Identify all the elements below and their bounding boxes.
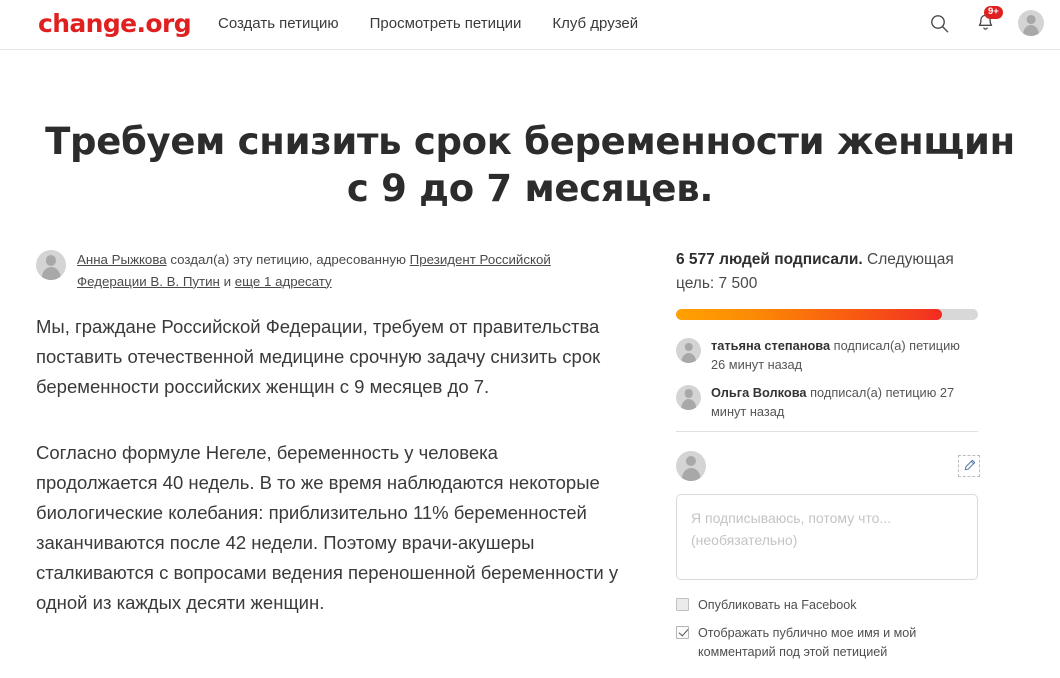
comment-placeholder-line1: Я подписываюсь, потому что...: [691, 509, 892, 526]
checkbox-display-publicly-label: Отображать публично мое имя и мой коммен…: [698, 625, 917, 660]
checkbox-display-publicly-box[interactable]: [676, 625, 689, 639]
petition-content: Анна Рыжкова создал(а) эту петицию, адре…: [36, 248, 622, 618]
byline-author-link[interactable]: Анна Рыжкова: [77, 252, 167, 267]
comment-input[interactable]: Я подписываюсь, потому что... (необязате…: [676, 493, 978, 580]
notification-badge: 9+: [984, 6, 1003, 19]
user-avatar[interactable]: [1018, 10, 1044, 36]
byline-more-recipients-link[interactable]: еще 1 адресату: [235, 274, 332, 289]
list-item: татьяна степанова подписал(а) петицию 26…: [676, 337, 980, 375]
signature-sidebar: 6 577 людей подписали. Следующая цель: 7…: [676, 248, 980, 671]
search-button[interactable]: [926, 8, 952, 38]
divider: [676, 430, 978, 432]
comment-options: Опубликовать на Facebook Отображать публ…: [676, 596, 980, 662]
signer-name[interactable]: татьяна степанова: [711, 338, 830, 353]
signer-text: татьяна степанова подписал(а) петицию 26…: [711, 337, 977, 375]
signer-name[interactable]: Ольга Волкова: [711, 385, 807, 400]
petition-paragraph-2: Согласно формуле Негеле, беременность у …: [36, 441, 619, 613]
progress-bar[interactable]: [676, 309, 978, 321]
checkbox-publish-facebook-label: Опубликовать на Facebook: [698, 597, 857, 612]
checkbox-display-publicly[interactable]: Отображать публично мое имя и мой коммен…: [676, 624, 980, 662]
list-item: Ольга Волкова подписал(а) петицию 27 мин…: [676, 384, 980, 422]
recent-signers-list: татьяна степанова подписал(а) петицию 26…: [676, 337, 980, 422]
comment-placeholder-line2: (необязательно): [691, 531, 798, 548]
checkbox-publish-facebook[interactable]: Опубликовать на Facebook: [676, 596, 980, 615]
byline-and-text: и: [223, 273, 232, 289]
notifications-button[interactable]: 9+: [972, 6, 1003, 38]
progress-bar-fill: [676, 309, 942, 321]
main-nav: Создать петицию Просмотреть петиции Клуб…: [218, 15, 638, 32]
petition-paragraph-1: Мы, граждане Российской Федерации, требу…: [36, 316, 601, 397]
author-avatar[interactable]: [36, 250, 66, 280]
nav-browse-petitions[interactable]: Просмотреть петиции: [370, 15, 522, 32]
current-user-avatar[interactable]: [676, 450, 706, 481]
site-header: change.org Создать петицию Просмотреть п…: [0, 0, 1060, 50]
signer-text: Ольга Волкова подписал(а) петицию 27 мин…: [711, 384, 977, 422]
pencil-icon[interactable]: [958, 454, 980, 477]
nav-friends-club[interactable]: Клуб друзей: [552, 15, 638, 32]
byline-text: Анна Рыжкова создал(а) эту петицию, адре…: [77, 248, 622, 292]
logo[interactable]: change.org: [38, 9, 192, 38]
search-icon: [930, 14, 948, 32]
byline-created-text: создал(а) эту петицию, адресованную: [170, 252, 406, 267]
nav-create-petition[interactable]: Создать петицию: [218, 15, 339, 32]
comment-composer-header: [676, 450, 980, 481]
signer-avatar[interactable]: [676, 384, 701, 410]
byline: Анна Рыжкова создал(а) эту петицию, адре…: [36, 248, 622, 292]
pencil-glyph: [964, 460, 975, 471]
header-actions: 9+: [926, 6, 1044, 38]
page-title: Требуем снизить срок беременности женщин…: [45, 119, 1015, 211]
signed-count-value: 6 577 людей подписали.: [676, 251, 863, 268]
checkbox-publish-facebook-box[interactable]: [676, 597, 689, 611]
signer-avatar[interactable]: [676, 338, 701, 364]
signature-count: 6 577 людей подписали. Следующая цель: 7…: [676, 248, 980, 295]
